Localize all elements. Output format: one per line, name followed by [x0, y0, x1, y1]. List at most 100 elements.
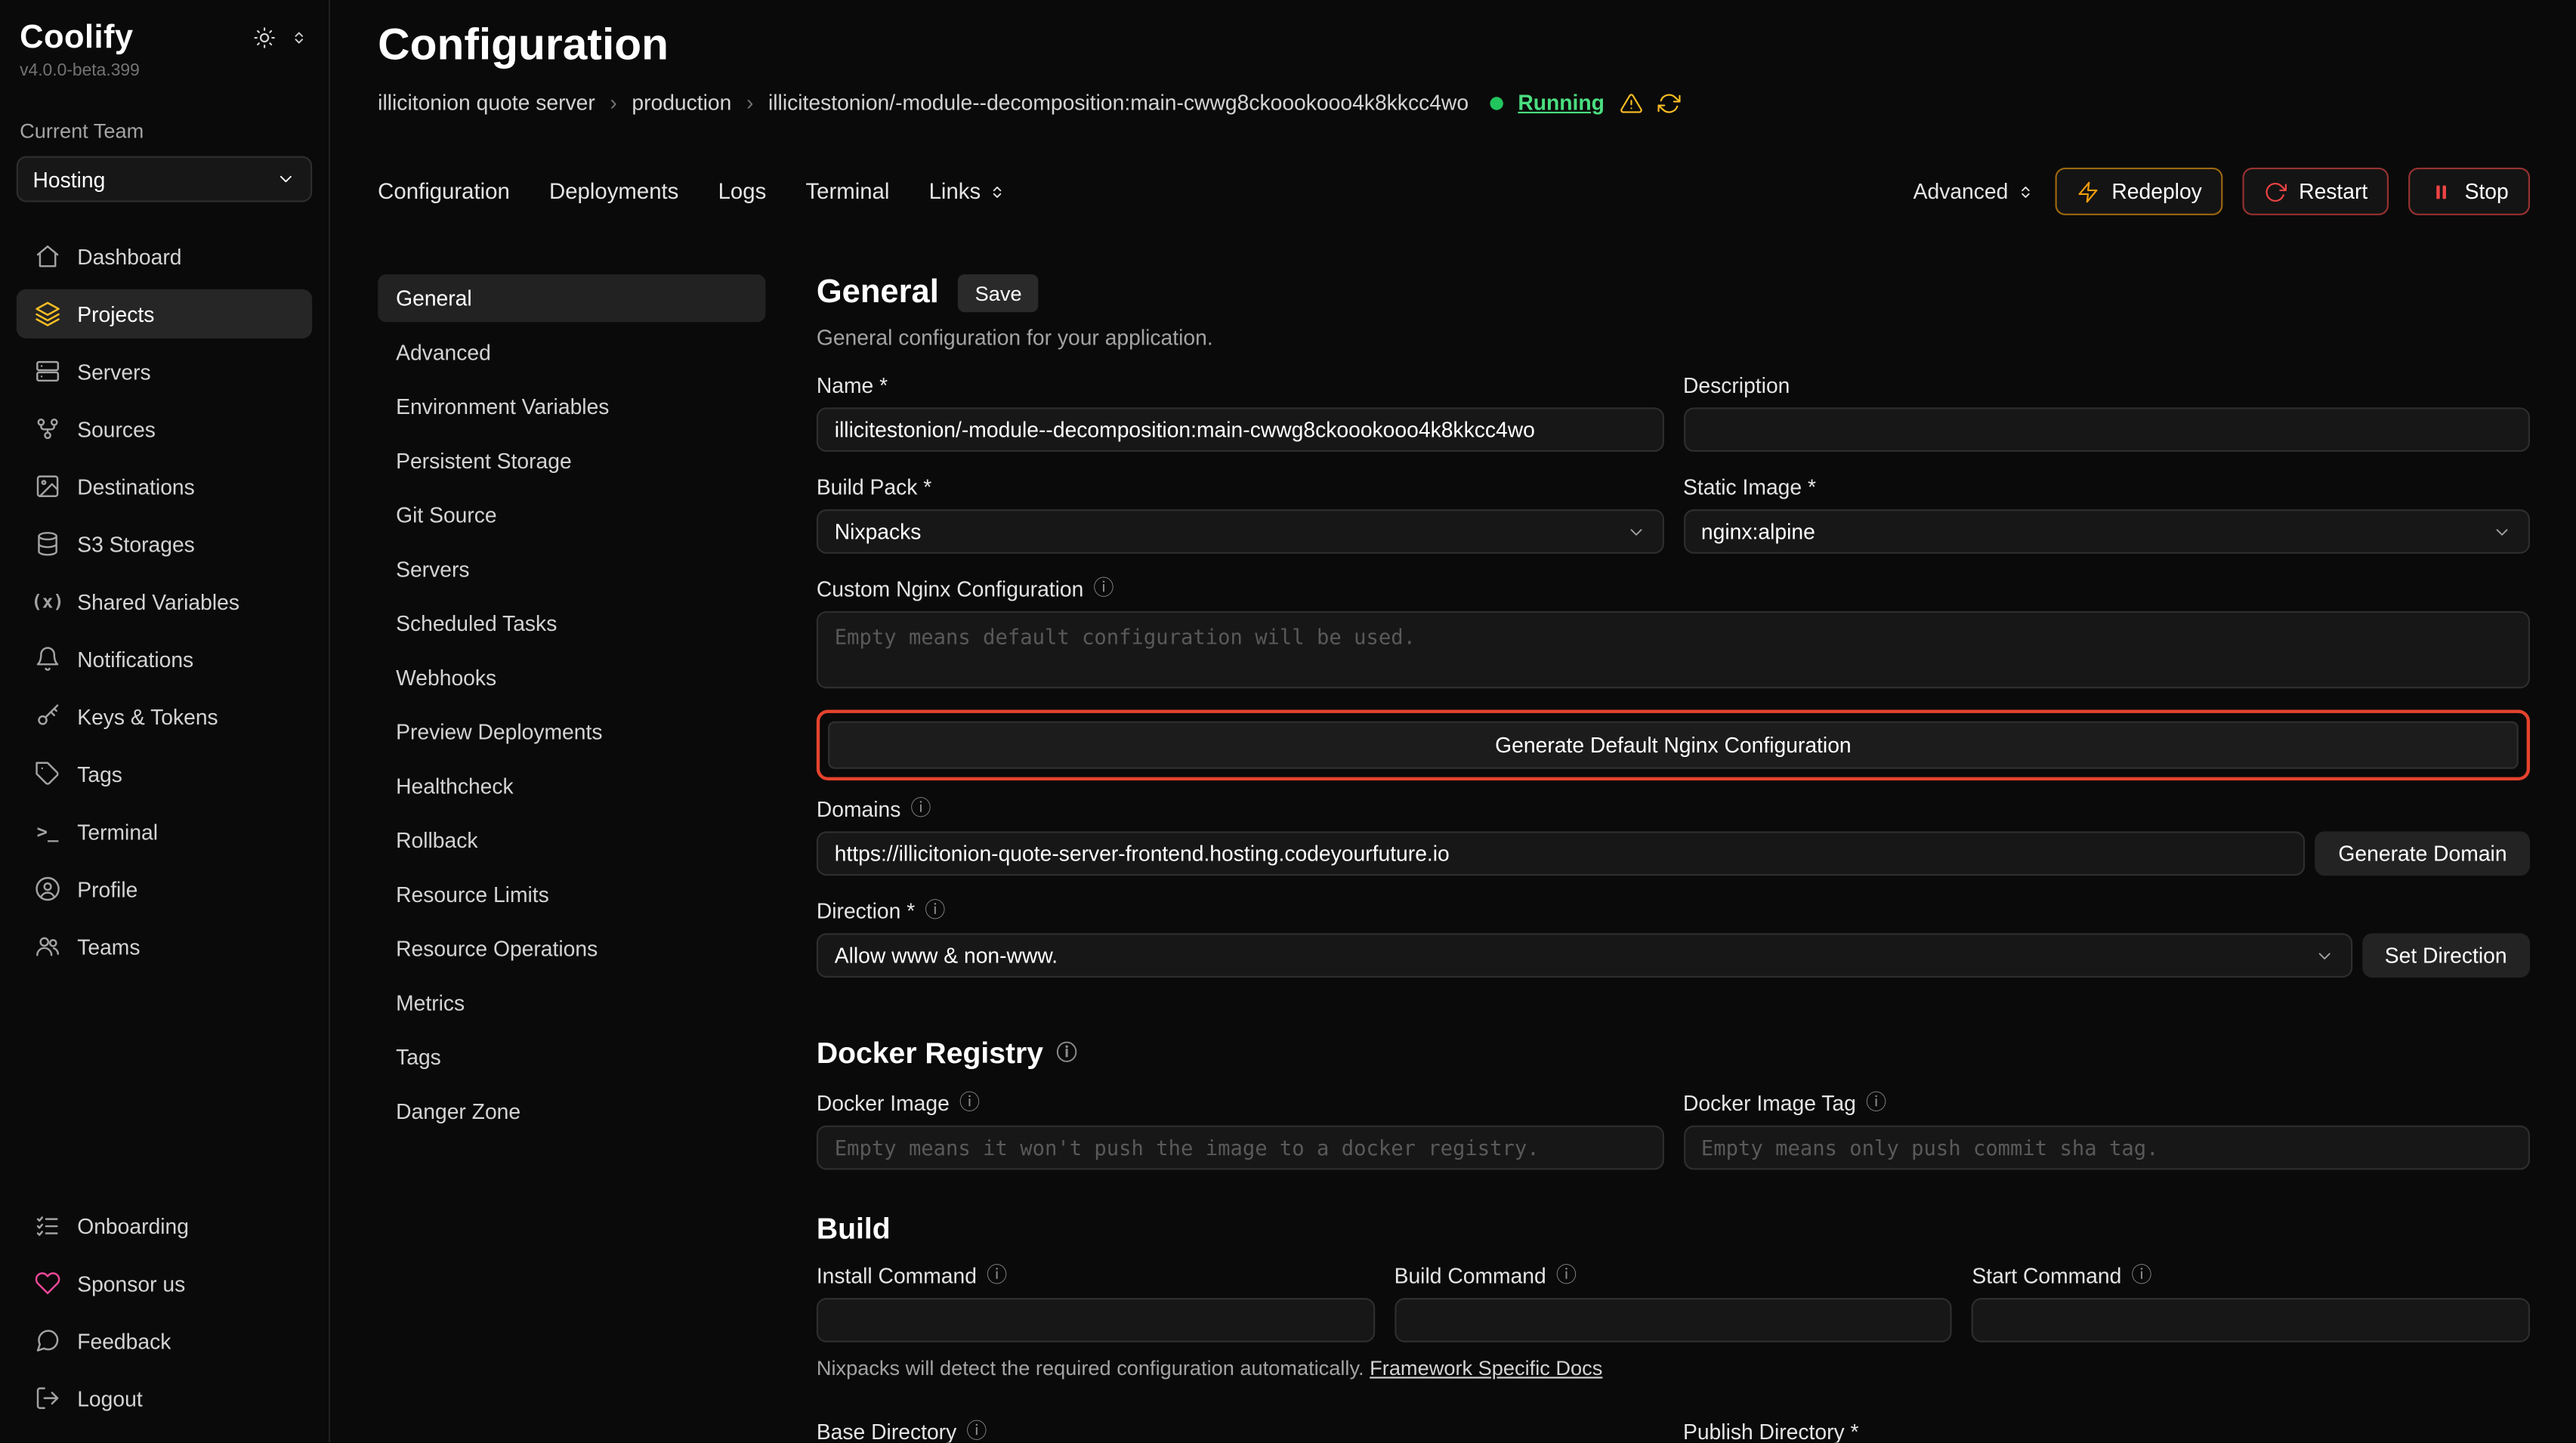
framework-docs-link[interactable]: Framework Specific Docs: [1370, 1357, 1602, 1380]
redeploy-button[interactable]: Redeploy: [2056, 168, 2223, 215]
info-icon[interactable]: ⓘ: [987, 1265, 1007, 1286]
sidebar-item-keys-tokens[interactable]: Keys & Tokens: [17, 692, 312, 741]
nginx-config-textarea[interactable]: [817, 611, 2530, 688]
docker-image-input[interactable]: [817, 1126, 1663, 1170]
save-button[interactable]: Save: [959, 274, 1038, 312]
sidebar-item-servers[interactable]: Servers: [17, 347, 312, 396]
settings-subnav: General Advanced Environment Variables P…: [378, 274, 765, 1442]
stop-button[interactable]: Stop: [2409, 168, 2530, 215]
docker-image-tag-input[interactable]: [1683, 1126, 2530, 1170]
key-icon: [35, 703, 61, 730]
set-direction-button[interactable]: Set Direction: [2361, 933, 2530, 978]
subnav-scheduled-tasks[interactable]: Scheduled Tasks: [378, 600, 765, 647]
sidebar-item-onboarding[interactable]: Onboarding: [17, 1201, 312, 1250]
sidebar-item-shared-variables[interactable]: (x) Shared Variables: [17, 576, 312, 626]
app-version: v4.0.0-beta.399: [17, 57, 312, 80]
sync-icon[interactable]: [1657, 91, 1680, 114]
sidebar-item-s3-storages[interactable]: S3 Storages: [17, 519, 312, 568]
tab-terminal[interactable]: Terminal: [805, 179, 889, 204]
status-badge[interactable]: Running: [1518, 91, 1605, 116]
sidebar-item-sponsor[interactable]: Sponsor us: [17, 1259, 312, 1308]
restart-button[interactable]: Restart: [2243, 168, 2389, 215]
subnav-rollback[interactable]: Rollback: [378, 817, 765, 864]
subnav-metrics[interactable]: Metrics: [378, 979, 765, 1027]
checklist-icon: [35, 1213, 61, 1239]
current-team-label: Current Team: [20, 120, 309, 143]
sidebar-item-notifications[interactable]: Notifications: [17, 634, 312, 683]
generate-nginx-config-button[interactable]: Generate Default Nginx Configuration: [828, 722, 2519, 769]
info-icon[interactable]: ⓘ: [959, 1093, 980, 1114]
generate-domain-button[interactable]: Generate Domain: [2315, 831, 2530, 876]
subnav-resource-operations[interactable]: Resource Operations: [378, 925, 765, 972]
database-icon: [35, 530, 61, 557]
sidebar-item-profile[interactable]: Profile: [17, 864, 312, 913]
install-command-input[interactable]: [817, 1298, 1375, 1343]
breadcrumb-project[interactable]: illicitonion quote server: [378, 91, 595, 116]
static-image-select[interactable]: nginx:alpine: [1683, 509, 2530, 554]
info-icon[interactable]: ⓘ: [910, 799, 931, 819]
page-title: Configuration: [378, 20, 2530, 70]
base-directory-label: Base Directory: [817, 1420, 956, 1442]
chat-icon: [35, 1327, 61, 1354]
subnav-danger-zone[interactable]: Danger Zone: [378, 1088, 765, 1136]
sidebar-item-destinations[interactable]: Destinations: [17, 462, 312, 511]
subnav-healthcheck[interactable]: Healthcheck: [378, 762, 765, 810]
restart-icon: [2264, 180, 2287, 202]
tab-logs[interactable]: Logs: [718, 179, 767, 204]
info-icon[interactable]: ⓘ: [1093, 579, 1113, 599]
subnav-environment-variables[interactable]: Environment Variables: [378, 383, 765, 431]
chevron-down-icon: [2314, 946, 2334, 966]
theme-toggle-sun-icon[interactable]: [253, 26, 276, 49]
sidebar-item-feedback[interactable]: Feedback: [17, 1316, 312, 1365]
subnav-resource-limits[interactable]: Resource Limits: [378, 871, 765, 919]
tab-deployments[interactable]: Deployments: [549, 179, 678, 204]
info-icon[interactable]: ⓘ: [1556, 1265, 1577, 1286]
sidebar-item-tags[interactable]: Tags: [17, 749, 312, 799]
subnav-advanced[interactable]: Advanced: [378, 329, 765, 376]
name-input[interactable]: [817, 407, 1663, 452]
info-icon[interactable]: ⓘ: [925, 901, 945, 921]
description-input[interactable]: [1683, 407, 2530, 452]
build-pack-select[interactable]: Nixpacks: [817, 509, 1663, 554]
tab-configuration[interactable]: Configuration: [378, 179, 510, 204]
breadcrumb-resource[interactable]: illicitestonion/-module--decomposition:m…: [768, 91, 1469, 116]
sidebar-item-dashboard[interactable]: Dashboard: [17, 232, 312, 281]
domains-input[interactable]: [817, 831, 2306, 876]
build-command-input[interactable]: [1395, 1298, 1953, 1343]
sidebar-item-teams[interactable]: Teams: [17, 922, 312, 971]
general-subtitle: General configuration for your applicati…: [817, 326, 2530, 351]
subnav-preview-deployments[interactable]: Preview Deployments: [378, 708, 765, 755]
advanced-menu[interactable]: Advanced: [1913, 179, 2037, 204]
info-icon[interactable]: ⓘ: [1866, 1093, 1886, 1114]
subnav-tags[interactable]: Tags: [378, 1034, 765, 1081]
breadcrumb: illicitonion quote server › production ›…: [378, 91, 2530, 116]
info-icon[interactable]: ⓘ: [1056, 1043, 1076, 1064]
warning-icon[interactable]: [1620, 91, 1642, 114]
selector-icon[interactable]: [289, 28, 309, 48]
publish-directory-label: Publish Directory *: [1683, 1420, 1859, 1442]
subnav-persistent-storage[interactable]: Persistent Storage: [378, 437, 765, 484]
sidebar-item-terminal[interactable]: >_ Terminal: [17, 807, 312, 856]
direction-select[interactable]: Allow www & non-www.: [817, 933, 2352, 978]
subnav-git-source[interactable]: Git Source: [378, 491, 765, 539]
sidebar-item-logout[interactable]: Logout: [17, 1373, 312, 1423]
info-icon[interactable]: ⓘ: [2131, 1265, 2151, 1286]
breadcrumb-environment[interactable]: production: [632, 91, 731, 116]
info-icon[interactable]: ⓘ: [966, 1422, 987, 1442]
subnav-general[interactable]: General: [378, 274, 765, 322]
tag-icon: [35, 761, 61, 787]
build-heading: Build: [817, 1213, 891, 1247]
chevron-down-icon: [2492, 521, 2512, 541]
tab-links[interactable]: Links: [929, 179, 1007, 204]
heart-icon: [35, 1270, 61, 1296]
sidebar-nav: Dashboard Projects Servers Sources Desti…: [17, 232, 312, 972]
git-branch-icon: [35, 416, 61, 442]
team-select[interactable]: Hosting: [17, 156, 312, 202]
sidebar-item-sources[interactable]: Sources: [17, 404, 312, 453]
sidebar-item-projects[interactable]: Projects: [17, 289, 312, 338]
subnav-webhooks[interactable]: Webhooks: [378, 654, 765, 702]
subnav-servers[interactable]: Servers: [378, 545, 765, 593]
users-icon: [35, 933, 61, 959]
start-command-input[interactable]: [1972, 1298, 2530, 1343]
app-logo[interactable]: Coolify: [20, 20, 133, 57]
